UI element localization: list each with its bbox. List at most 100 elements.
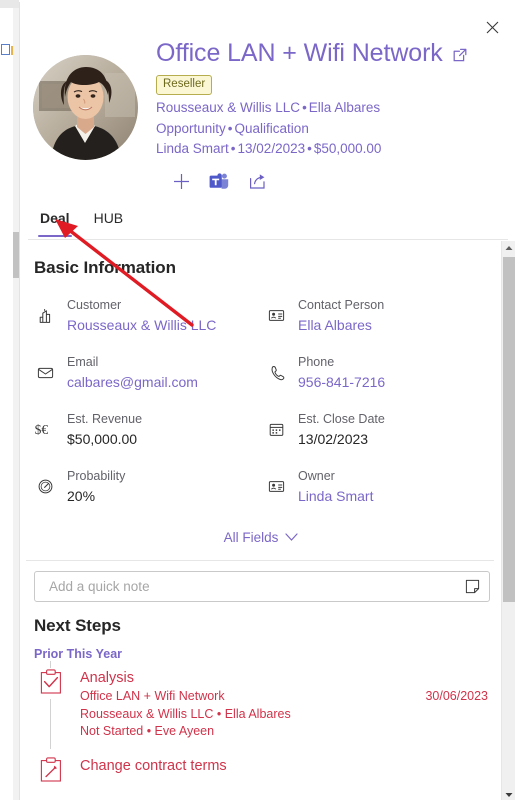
field-value[interactable]: Ella Albares	[298, 315, 490, 335]
meta-separator: •	[307, 141, 312, 156]
chevron-down-icon	[285, 532, 298, 541]
clipboard-check-icon	[38, 669, 64, 697]
record-flyout-panel: Office LAN + Wifi Network Reseller Rouss…	[19, 2, 515, 800]
field-label: Probability	[67, 469, 126, 483]
teams-button[interactable]	[208, 171, 230, 193]
sticky-note-icon	[465, 579, 480, 594]
task-name[interactable]: Change contract terms	[80, 757, 502, 776]
share-icon	[249, 174, 265, 189]
section-title-next-steps: Next Steps	[34, 616, 121, 635]
contact-card-icon	[265, 475, 287, 497]
title-row: Office LAN + Wifi Network	[156, 38, 508, 68]
field-contact-person: Contact Person Ella Albares	[265, 292, 490, 349]
field-label: Contact Person	[298, 298, 385, 312]
task-date: 30/06/2023	[425, 689, 488, 703]
field-customer-text: Customer Rousseaux & Willis LLC	[67, 292, 259, 335]
field-est-close-date: Est. Close Date 13/02/2023	[265, 406, 490, 463]
task-item[interactable]: Change contract terms	[34, 749, 502, 793]
field-label: Email	[67, 355, 99, 369]
record-header-text: Office LAN + Wifi Network Reseller Rouss…	[156, 38, 508, 193]
field-value[interactable]: Rousseaux & Willis LLC	[67, 315, 259, 335]
header-action-row	[170, 171, 508, 193]
scroll-down-button[interactable]	[502, 788, 515, 800]
field-value[interactable]: calbares@gmail.com	[67, 372, 259, 392]
quick-note-box[interactable]	[34, 571, 490, 602]
basic-information-fields: Customer Rousseaux & Willis LLC Contact …	[20, 292, 502, 520]
gauge-icon	[34, 475, 56, 497]
field-est-revenue-text: Est. Revenue $50,000.00	[67, 406, 259, 449]
background-sheet-rownumbers	[0, 8, 14, 800]
popout-icon	[453, 48, 467, 61]
scroll-up-button[interactable]	[502, 241, 515, 255]
scrollbar-thumb[interactable]	[503, 257, 515, 602]
background-selected-cell	[1, 44, 10, 55]
background-toolbar	[0, 0, 19, 8]
tab-hub[interactable]: HUB	[82, 206, 136, 230]
task-account: Rousseaux & Willis LLC • Ella Albares	[80, 706, 291, 721]
field-probability-text: Probability 20%	[67, 463, 259, 506]
envelope-icon	[34, 361, 56, 383]
phone-icon	[265, 361, 287, 383]
meta-account: Rousseaux & Willis LLC	[156, 100, 301, 115]
meta-type-stage: Opportunity • Qualification	[156, 119, 508, 140]
field-value: 20%	[67, 488, 96, 504]
svg-text:$€: $€	[35, 422, 49, 437]
record-header: Office LAN + Wifi Network Reseller Rouss…	[20, 2, 515, 204]
clipboard-edit-icon	[38, 756, 64, 785]
meta-stage: Qualification	[234, 120, 309, 136]
meta-owner-date-amount: Linda Smart • 13/02/2023 • $50,000.00	[156, 139, 508, 160]
meta-separator: •	[230, 141, 236, 156]
task-name[interactable]: Analysis	[80, 669, 502, 688]
contact-card-icon	[265, 304, 287, 326]
building-icon	[34, 304, 56, 326]
currency-icon: $€	[34, 418, 56, 440]
field-label: Owner	[298, 469, 335, 483]
meta-account-contact: Rousseaux & Willis LLC • Ella Albares	[156, 98, 508, 119]
meta-date: 13/02/2023	[237, 141, 306, 156]
task-rail	[50, 699, 51, 749]
field-label: Customer	[67, 298, 122, 312]
plus-icon	[173, 174, 189, 189]
avatar-photo	[33, 55, 138, 160]
meta-separator: •	[302, 100, 307, 115]
share-button[interactable]	[246, 171, 268, 193]
background-spreadsheet	[0, 0, 19, 800]
open-in-new-window-button[interactable]	[452, 44, 468, 63]
content-scrollbar[interactable]	[501, 241, 515, 800]
chevron-down-icon	[505, 793, 512, 797]
task-rail-top	[50, 661, 51, 668]
field-value: $50,000.00	[67, 431, 138, 447]
quick-note-area	[20, 561, 502, 602]
field-phone: Phone 956-841-7216	[265, 349, 490, 406]
section-title-basic-information: Basic Information	[34, 258, 176, 277]
field-label: Est. Close Date	[298, 412, 385, 426]
field-value[interactable]: Linda Smart	[298, 486, 490, 506]
field-owner-text: Owner Linda Smart	[298, 463, 490, 506]
field-customer: Customer Rousseaux & Willis LLC	[34, 292, 259, 349]
field-contact-person-text: Contact Person Ella Albares	[298, 292, 490, 335]
tab-bar: Deal HUB	[20, 206, 515, 240]
tab-deal[interactable]: Deal	[28, 206, 82, 237]
add-button[interactable]	[170, 171, 192, 193]
all-fields-toggle[interactable]: All Fields	[20, 524, 502, 550]
avatar	[33, 55, 138, 160]
task-group-label: Prior This Year	[34, 647, 123, 661]
field-probability: Probability 20%	[34, 463, 259, 520]
note-button[interactable]	[464, 578, 481, 595]
all-fields-label: All Fields	[223, 529, 279, 545]
task-status: Not Started • Eve Ayeen	[80, 724, 215, 738]
field-label: Est. Revenue	[67, 412, 143, 426]
calendar-icon	[265, 418, 287, 440]
field-value: 13/02/2023	[298, 431, 369, 447]
panel-content: Basic Information Customer Rousseaux & W…	[20, 241, 502, 800]
meta-separator: •	[227, 120, 233, 136]
task-item[interactable]: Analysis Office LAN + Wifi Network Rouss…	[34, 661, 502, 749]
quick-note-input[interactable]	[47, 578, 464, 595]
field-label: Phone	[298, 355, 335, 369]
meta-contact: Ella Albares	[308, 100, 381, 115]
field-value[interactable]: 956-841-7216	[298, 372, 490, 392]
status-badge: Reseller	[156, 75, 213, 95]
tab-divider	[28, 239, 508, 240]
field-est-close-date-text: Est. Close Date 13/02/2023	[298, 406, 490, 449]
field-phone-text: Phone 956-841-7216	[298, 349, 490, 392]
